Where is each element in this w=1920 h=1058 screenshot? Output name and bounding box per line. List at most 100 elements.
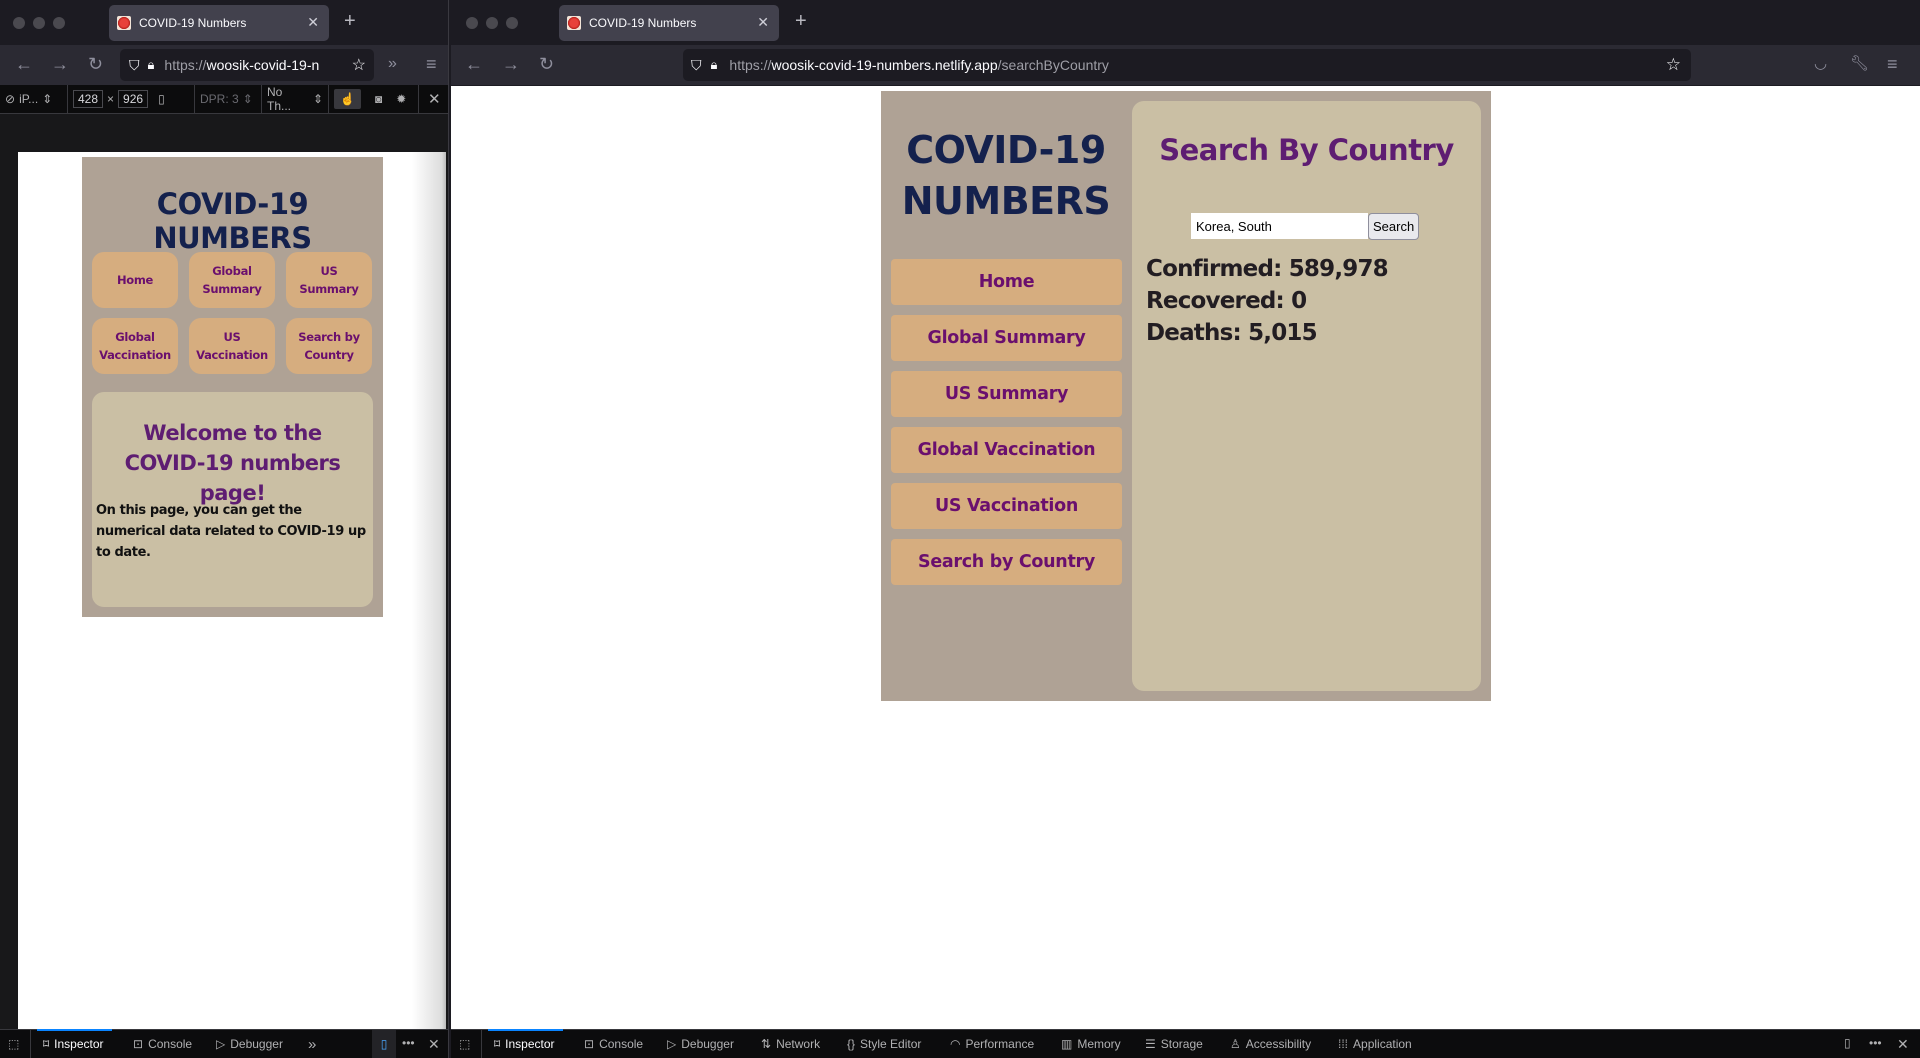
close-devtools-icon[interactable]: ✕ xyxy=(1897,1036,1909,1053)
minimize-window-button[interactable] xyxy=(33,17,45,29)
tab-title: COVID-19 Numbers xyxy=(139,16,247,30)
bookmark-star-icon[interactable]: ☆ xyxy=(1666,55,1681,75)
wrench-icon[interactable]: 🔧︎ xyxy=(1850,54,1869,74)
touch-simulation-icon[interactable]: ☝ xyxy=(334,89,361,109)
nav-home-button[interactable]: Home xyxy=(92,252,178,308)
covid-favicon-icon xyxy=(567,16,581,30)
menu-icon[interactable]: ≡ xyxy=(426,54,437,74)
throttling-selector[interactable]: No Th... ⇕ xyxy=(262,85,329,113)
nav-us-summary-button[interactable]: US Summary xyxy=(286,252,372,308)
new-tab-icon[interactable]: + xyxy=(344,11,356,31)
nav-us-vaccination-button[interactable]: US Vaccination xyxy=(891,483,1122,529)
pocket-icon[interactable]: ◡ xyxy=(1814,54,1827,74)
nav-global-vaccination-button[interactable]: Global Vaccination xyxy=(891,427,1122,473)
rotate-device-icon[interactable]: ▯ xyxy=(158,92,165,106)
nav-global-summary-button[interactable]: Global Summary xyxy=(189,252,275,308)
close-tab-icon[interactable]: ✕ xyxy=(757,14,769,31)
overflow-chevrons-icon[interactable]: » xyxy=(388,54,397,74)
devtools-tab-memory[interactable]: ▥ Memory xyxy=(1061,1030,1121,1058)
lock-icon[interactable]: 🔒︎ xyxy=(711,57,718,73)
times-sign: × xyxy=(107,92,115,106)
close-rdm-icon[interactable]: ✕ xyxy=(428,90,441,108)
nav-label: Search by Country xyxy=(918,552,1095,572)
nav-us-summary-button[interactable]: US Summary xyxy=(891,371,1122,417)
new-tab-icon[interactable]: + xyxy=(795,11,807,31)
element-picker-icon[interactable]: ⬚ xyxy=(8,1037,19,1051)
console-icon: ⊡ xyxy=(133,1037,144,1051)
close-window-button[interactable] xyxy=(13,17,25,29)
maximize-window-button[interactable] xyxy=(53,17,65,29)
back-arrow-icon[interactable]: ← xyxy=(465,54,483,74)
devtools-tab-performance[interactable]: ◠ Performance xyxy=(950,1030,1034,1058)
tab-label: Console xyxy=(148,1037,193,1051)
search-form: Search xyxy=(1191,213,1420,240)
close-window-button[interactable] xyxy=(466,17,478,29)
minimize-window-button[interactable] xyxy=(486,17,498,29)
search-button[interactable]: Search xyxy=(1368,213,1420,240)
nav-label: Summary xyxy=(202,282,262,296)
browser-window-desktop: COVID-19 Numbers ✕ + ← → ↻ ⛉ 🔒︎ https://… xyxy=(451,0,1920,1058)
more-options-icon[interactable]: ••• xyxy=(1869,1036,1882,1050)
devtools-tab-debugger[interactable]: ▷ Debugger xyxy=(216,1030,283,1058)
viewport-height-input[interactable]: 926 xyxy=(118,90,149,108)
window-controls xyxy=(13,17,65,29)
results: Confirmed: 589,978 Recovered: 0 Deaths: … xyxy=(1146,253,1389,349)
devtools-toolbar: ⬚ ⌑ Inspector ⊡ Console ▷ Debugger » ▯ ••• … xyxy=(0,1029,448,1058)
tab-bar: COVID-19 Numbers ✕ + xyxy=(0,0,448,45)
devtools-tab-console[interactable]: ⊡ Console xyxy=(584,1030,643,1058)
shield-icon[interactable]: ⛉ xyxy=(691,57,702,74)
nav-search-by-country-button[interactable]: Search by Country xyxy=(286,318,372,374)
reload-icon[interactable]: ↻ xyxy=(539,54,554,74)
nav-global-summary-button[interactable]: Global Summary xyxy=(891,315,1122,361)
devtools-tab-inspector[interactable]: ⌑ Inspector xyxy=(37,1029,112,1058)
more-tabs-chevron-icon[interactable]: » xyxy=(308,1036,316,1053)
url-bar[interactable]: ⛉ 🔒︎ https://woosik-covid-19-n ☆ xyxy=(120,49,374,81)
devtools-tab-network[interactable]: ⇅ Network xyxy=(761,1030,820,1058)
element-picker-icon[interactable]: ⬚ xyxy=(459,1037,470,1051)
devtools-tab-inspector[interactable]: ⌑ Inspector xyxy=(488,1029,563,1058)
close-devtools-icon[interactable]: ✕ xyxy=(428,1036,440,1053)
application-icon: ⁞⁞⁞ xyxy=(1338,1037,1349,1051)
nav-global-vaccination-button[interactable]: Global Vaccination xyxy=(92,318,178,374)
nav-label: Country xyxy=(304,348,354,362)
site-title: COVID-19 NUMBERS xyxy=(881,125,1131,227)
device-selector[interactable]: ⊘ iP... ⇕ xyxy=(0,85,68,113)
reload-icon[interactable]: ↻ xyxy=(88,54,103,74)
country-search-input[interactable] xyxy=(1191,213,1368,239)
responsive-mode-icon[interactable]: ▯ xyxy=(372,1030,396,1058)
shield-icon[interactable]: ⛉ xyxy=(129,57,140,74)
devtools-tab-storage[interactable]: ☰ Storage xyxy=(1145,1030,1203,1058)
bookmark-star-icon[interactable]: ☆ xyxy=(352,55,366,75)
forward-arrow-icon[interactable]: → xyxy=(51,54,69,74)
devtools-tab-debugger[interactable]: ▷ Debugger xyxy=(667,1030,734,1058)
devtools-tab-application[interactable]: ⁞⁞⁞ Application xyxy=(1338,1030,1412,1058)
devtools-tab-accessibility[interactable]: ♙ Accessibility xyxy=(1230,1030,1311,1058)
maximize-window-button[interactable] xyxy=(506,17,518,29)
forward-arrow-icon[interactable]: → xyxy=(502,54,520,74)
tab-label: Accessibility xyxy=(1245,1037,1312,1051)
nav-us-vaccination-button[interactable]: US Vaccination xyxy=(189,318,275,374)
nav-search-by-country-button[interactable]: Search by Country xyxy=(891,539,1122,585)
menu-icon[interactable]: ≡ xyxy=(1887,54,1898,74)
recovered-count: Recovered: 0 xyxy=(1146,288,1307,314)
dpr-selector[interactable]: DPR: 3 ⇕ xyxy=(195,85,262,113)
browser-tab[interactable]: COVID-19 Numbers ✕ xyxy=(559,5,779,41)
screenshot-camera-icon[interactable]: ◙ xyxy=(375,92,382,106)
url-scheme: https:// xyxy=(729,57,772,73)
url-path: /searchByCountry xyxy=(997,57,1109,73)
tab-label: Debugger xyxy=(230,1037,283,1051)
dock-side-icon[interactable]: ▯ xyxy=(1844,1036,1851,1050)
viewport-width-input[interactable]: 428 xyxy=(73,90,104,108)
more-options-icon[interactable]: ••• xyxy=(402,1036,415,1050)
tab-label: Network xyxy=(776,1037,821,1051)
lock-icon[interactable]: 🔒︎ xyxy=(148,57,155,73)
url-bar[interactable]: ⛉ 🔒︎ https://woosik-covid-19-numbers.net… xyxy=(683,49,1691,81)
browser-tab[interactable]: COVID-19 Numbers ✕ xyxy=(109,5,329,41)
settings-gear-icon[interactable]: ✹ xyxy=(396,92,406,106)
devtools-tab-style-editor[interactable]: {} Style Editor xyxy=(847,1030,921,1058)
devtools-tab-console[interactable]: ⊡ Console xyxy=(133,1030,192,1058)
nav-home-button[interactable]: Home xyxy=(891,259,1122,305)
nav-label: Home xyxy=(116,273,154,287)
back-arrow-icon[interactable]: ← xyxy=(15,54,33,74)
close-tab-icon[interactable]: ✕ xyxy=(307,14,319,31)
